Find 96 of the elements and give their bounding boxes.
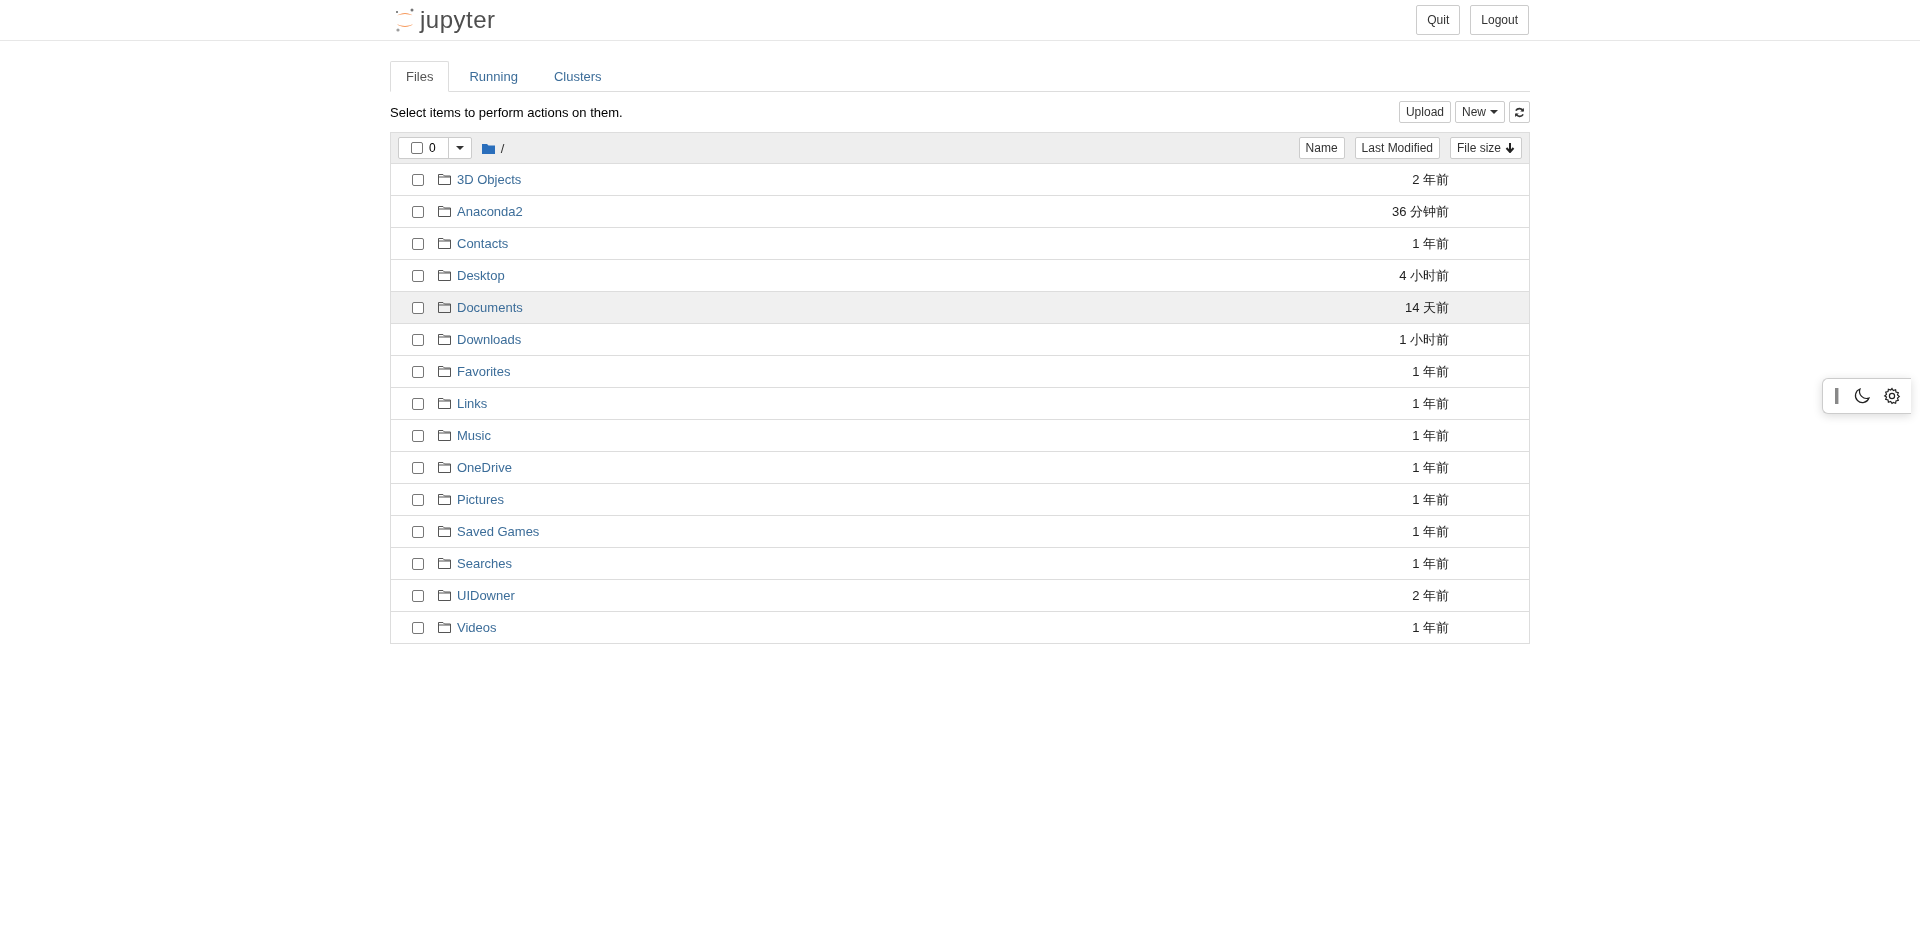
file-row[interactable]: Contacts 1 年前 — [391, 228, 1529, 260]
row-checkbox[interactable] — [412, 205, 424, 218]
row-checkbox[interactable] — [412, 429, 424, 442]
settings-icon[interactable] — [1883, 387, 1901, 405]
file-row[interactable]: Searches 1 年前 — [391, 548, 1529, 580]
file-row[interactable]: Videos 1 年前 — [391, 612, 1529, 643]
modified-time: 1 年前 — [1412, 426, 1449, 445]
modified-time: 1 年前 — [1412, 234, 1449, 253]
folder-link[interactable]: Anaconda2 — [457, 204, 523, 219]
refresh-button[interactable] — [1509, 101, 1530, 123]
file-row[interactable]: UIDowner 2 年前 — [391, 580, 1529, 612]
folder-link[interactable]: UIDowner — [457, 588, 515, 603]
sort-button[interactable]: File size — [1450, 137, 1522, 159]
file-row[interactable]: Documents 14 天前 — [391, 292, 1529, 324]
file-row[interactable]: Music 1 年前 — [391, 420, 1529, 452]
folder-icon — [438, 238, 451, 249]
upload-button[interactable]: Upload — [1398, 101, 1451, 123]
file-row[interactable]: OneDrive 1 年前 — [391, 452, 1529, 484]
folder-icon — [438, 334, 451, 345]
modified-time: 4 小时前 — [1399, 266, 1449, 285]
modified-time: 1 年前 — [1412, 490, 1449, 509]
modified-time: 1 年前 — [1412, 522, 1449, 541]
sort-button[interactable]: Name — [1298, 137, 1345, 159]
file-row[interactable]: Pictures 1 年前 — [391, 484, 1529, 516]
folder-icon — [438, 494, 451, 505]
tab[interactable]: Files — [390, 61, 450, 92]
row-checkbox[interactable] — [412, 525, 424, 538]
grip-icon[interactable] — [1835, 388, 1839, 404]
file-row[interactable]: Favorites 1 年前 — [391, 356, 1529, 388]
row-checkbox[interactable] — [412, 301, 424, 314]
file-row[interactable]: Anaconda2 36 分钟前 — [391, 196, 1529, 228]
modified-time: 1 年前 — [1412, 554, 1449, 573]
modified-time: 1 年前 — [1412, 362, 1449, 381]
folder-icon — [438, 206, 451, 217]
logo-text: jupyter — [420, 6, 496, 34]
row-checkbox[interactable] — [412, 493, 424, 506]
header-button[interactable]: Quit — [1416, 5, 1461, 35]
folder-link[interactable]: Documents — [457, 300, 523, 315]
folder-link[interactable]: Desktop — [457, 268, 505, 283]
folder-link[interactable]: Searches — [457, 556, 512, 571]
modified-time: 1 年前 — [1412, 394, 1449, 413]
row-checkbox[interactable] — [412, 365, 424, 378]
row-checkbox[interactable] — [412, 461, 424, 474]
refresh-icon — [1514, 106, 1525, 118]
folder-icon — [438, 302, 451, 313]
folder-icon — [438, 270, 451, 281]
select-all-control[interactable]: 0 — [398, 137, 472, 159]
row-checkbox[interactable] — [412, 237, 424, 250]
moon-icon[interactable] — [1853, 387, 1871, 405]
logo-icon — [394, 7, 416, 33]
folder-link[interactable]: Downloads — [457, 332, 522, 347]
modified-time: 1 年前 — [1412, 458, 1449, 477]
row-checkbox[interactable] — [412, 333, 424, 346]
file-row[interactable]: Saved Games 1 年前 — [391, 516, 1529, 548]
file-row[interactable]: Links 1 年前 — [391, 388, 1529, 420]
folder-icon — [438, 590, 451, 601]
tab[interactable]: Clusters — [537, 61, 618, 92]
folder-link[interactable]: Saved Games — [457, 524, 540, 539]
row-checkbox[interactable] — [412, 589, 424, 602]
folder-icon — [438, 622, 451, 633]
folder-link[interactable]: Videos — [457, 620, 497, 635]
folder-link[interactable]: Links — [457, 396, 488, 411]
folder-icon — [438, 462, 451, 473]
file-row[interactable]: Downloads 1 小时前 — [391, 324, 1529, 356]
folder-link[interactable]: OneDrive — [457, 460, 512, 475]
folder-icon — [481, 142, 495, 154]
sort-button[interactable]: Last Modified — [1354, 137, 1440, 159]
modified-time: 1 年前 — [1412, 618, 1449, 637]
header-button[interactable]: Logout — [1470, 5, 1529, 35]
folder-icon — [438, 366, 451, 377]
modified-time: 2 年前 — [1412, 170, 1449, 189]
tab[interactable]: Running — [453, 61, 534, 92]
row-checkbox[interactable] — [412, 397, 424, 410]
file-row[interactable]: 3D Objects 2 年前 — [391, 164, 1529, 196]
folder-link[interactable]: Music — [457, 428, 491, 443]
new-button[interactable]: New — [1455, 101, 1505, 123]
down-arrow-icon — [1505, 143, 1515, 153]
folder-icon — [438, 174, 451, 185]
path-link[interactable]: / — [500, 140, 505, 156]
folder-icon — [438, 558, 451, 569]
folder-link[interactable]: Pictures — [457, 492, 504, 507]
folder-icon — [438, 430, 451, 441]
row-checkbox[interactable] — [412, 173, 424, 186]
modified-time: 14 天前 — [1404, 298, 1449, 317]
row-checkbox[interactable] — [412, 269, 424, 282]
folder-link[interactable]: Favorites — [457, 364, 511, 379]
folder-icon — [438, 398, 451, 409]
modified-time: 1 小时前 — [1399, 330, 1449, 349]
modified-time: 36 分钟前 — [1391, 202, 1449, 221]
modified-time: 2 年前 — [1412, 586, 1449, 605]
hint-text: Select items to perform actions on them. — [390, 104, 623, 120]
folder-link[interactable]: 3D Objects — [457, 172, 522, 187]
folder-link[interactable]: Contacts — [457, 236, 509, 251]
row-checkbox[interactable] — [412, 557, 424, 570]
row-checkbox[interactable] — [412, 621, 424, 634]
folder-icon — [438, 526, 451, 537]
